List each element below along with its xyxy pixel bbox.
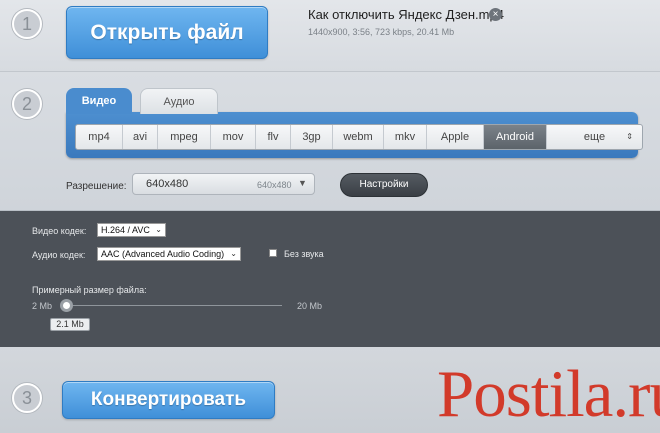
format-mov[interactable]: mov xyxy=(211,125,256,149)
format-webm[interactable]: webm xyxy=(333,125,384,149)
format-list: mp4 avi mpeg mov flv 3gp webm mkv Apple … xyxy=(75,124,643,150)
step-2-badge: 2 xyxy=(12,89,42,119)
resolution-value: 640x480 xyxy=(146,178,189,190)
chevron-down-icon: ▼ xyxy=(298,178,307,188)
format-more[interactable]: еще ⇕ xyxy=(547,125,642,149)
tab-video[interactable]: Видео xyxy=(66,88,132,114)
step-1-badge: 1 xyxy=(12,9,42,39)
no-sound-checkbox[interactable] xyxy=(269,249,277,257)
video-codec-label: Видео кодек: xyxy=(32,226,87,236)
resolution-label: Разрешение: xyxy=(66,181,127,192)
tab-audio[interactable]: Аудио xyxy=(140,88,218,114)
file-size-slider-handle[interactable] xyxy=(60,299,73,312)
file-name: Как отключить Яндекс Дзен.mp4 xyxy=(308,7,504,22)
file-size-max: 20 Mb xyxy=(297,301,323,311)
format-more-label: еще xyxy=(583,131,606,143)
format-mp4[interactable]: mp4 xyxy=(76,125,123,149)
settings-button[interactable]: Настройки xyxy=(340,173,428,197)
convert-button[interactable]: Конвертировать xyxy=(62,381,275,419)
close-icon[interactable]: × xyxy=(489,8,502,21)
format-mpeg[interactable]: mpeg xyxy=(158,125,211,149)
chevron-down-icon: ⌄ xyxy=(155,225,162,234)
step-3-badge: 3 xyxy=(12,383,42,413)
format-avi[interactable]: avi xyxy=(123,125,158,149)
format-android[interactable]: Android xyxy=(484,125,547,149)
file-meta: 1440x900, 3:56, 723 kbps, 20.41 Mb xyxy=(308,27,455,37)
chevron-down-icon: ⌄ xyxy=(230,249,237,258)
up-down-arrows-icon: ⇕ xyxy=(626,132,633,141)
format-apple[interactable]: Apple xyxy=(427,125,484,149)
audio-codec-label: Аудио кодек: xyxy=(32,250,86,260)
format-mkv[interactable]: mkv xyxy=(384,125,427,149)
audio-codec-value: AAC (Advanced Audio Coding) xyxy=(101,249,225,259)
resolution-select[interactable]: 640x480 640x480 ▼ xyxy=(132,173,315,195)
format-flv[interactable]: flv xyxy=(256,125,291,149)
open-file-button[interactable]: Открыть файл xyxy=(66,6,268,59)
file-size-tooltip: 2.1 Mb xyxy=(50,318,90,331)
file-size-slider[interactable] xyxy=(66,305,282,306)
format-3gp[interactable]: 3gp xyxy=(291,125,333,149)
file-size-label: Примерный размер файла: xyxy=(32,285,147,295)
resolution-value-hint: 640x480 xyxy=(257,180,292,190)
no-sound-label: Без звука xyxy=(284,249,324,259)
watermark-logo: Postila.ru xyxy=(437,358,660,430)
video-codec-value: H.264 / AVC xyxy=(101,225,150,235)
file-size-min: 2 Mb xyxy=(32,301,53,311)
audio-codec-select[interactable]: AAC (Advanced Audio Coding) ⌄ xyxy=(97,247,241,261)
video-codec-select[interactable]: H.264 / AVC ⌄ xyxy=(97,223,166,237)
